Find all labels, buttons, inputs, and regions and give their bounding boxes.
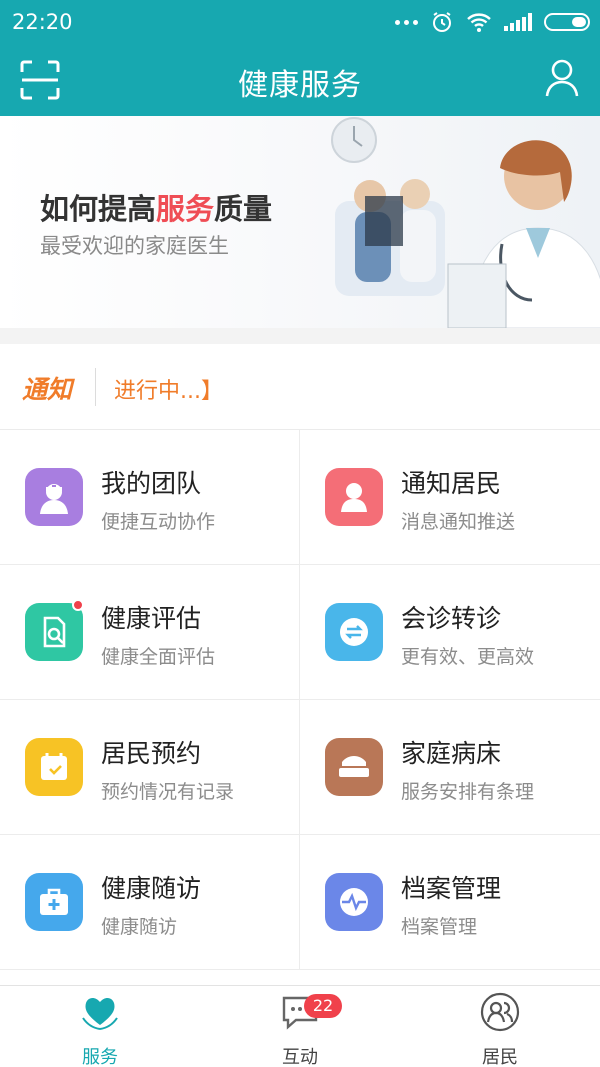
- notice-divider: [95, 368, 96, 406]
- status-icons: [395, 8, 590, 36]
- bed-icon: [325, 738, 383, 796]
- service-title: 家庭病床: [401, 739, 502, 768]
- service-subtitle: 便捷互动协作: [101, 511, 216, 533]
- page-title: 健康服务: [238, 68, 362, 103]
- calendar-icon: [25, 738, 83, 796]
- banner-divider: [0, 328, 600, 344]
- service-health-assessment[interactable]: 健康评估 健康全面评估: [0, 565, 300, 700]
- service-subtitle: 消息通知推送: [401, 511, 516, 533]
- pulse-icon: [325, 873, 383, 931]
- promo-banner[interactable]: 如何提高服务质量 最受欢迎的家庭医生: [0, 116, 600, 328]
- service-subtitle: 健康随访: [101, 916, 178, 938]
- service-health-followup[interactable]: 健康随访 健康随访: [0, 835, 300, 970]
- service-subtitle: 预约情况有记录: [101, 781, 235, 803]
- battery-icon: [544, 13, 590, 31]
- service-title: 档案管理: [401, 874, 502, 903]
- service-notify-residents[interactable]: 通知居民 消息通知推送: [300, 430, 600, 565]
- service-records-management[interactable]: 档案管理 档案管理: [300, 835, 600, 970]
- tab-label: 居民: [482, 1047, 518, 1067]
- medical-kit-icon: [25, 873, 83, 931]
- notice-bar[interactable]: 通知 进行中...】: [0, 344, 600, 430]
- residents-icon: [480, 992, 520, 1032]
- service-title: 健康评估: [101, 604, 202, 633]
- tab-interaction[interactable]: 22 互动: [200, 986, 400, 1067]
- status-bar: 22:20: [0, 0, 600, 44]
- service-title: 健康随访: [101, 874, 202, 903]
- service-family-bed[interactable]: 家庭病床 服务安排有条理: [300, 700, 600, 835]
- service-my-team[interactable]: 我的团队 便捷互动协作: [0, 430, 300, 565]
- service-subtitle: 健康全面评估: [101, 646, 216, 668]
- signal-icon: [504, 13, 532, 31]
- alarm-icon: [433, 12, 451, 32]
- assessment-icon: [25, 603, 83, 661]
- bottom-tab-bar: 服务 22 互动 居民: [0, 985, 600, 1067]
- service-resident-appointment[interactable]: 居民预约 预约情况有记录: [0, 700, 300, 835]
- doctor-illustration: [331, 117, 600, 328]
- more-dots-icon: [395, 19, 418, 25]
- service-subtitle: 服务安排有条理: [401, 781, 535, 803]
- tab-label: 服务: [82, 1047, 118, 1067]
- banner-subtitle: 最受欢迎的家庭医生: [40, 234, 229, 258]
- status-time: 22:20: [12, 10, 73, 34]
- tab-residents[interactable]: 居民: [400, 986, 600, 1067]
- service-title: 会诊转诊: [401, 604, 502, 633]
- heart-hands-icon: [82, 997, 118, 1030]
- team-icon: [25, 468, 83, 526]
- service-subtitle: 更有效、更高效: [401, 646, 535, 668]
- unread-dot: [72, 599, 84, 611]
- notice-text: 进行中...】: [114, 379, 223, 404]
- service-title: 我的团队: [101, 469, 202, 498]
- notice-tag: 通知: [22, 375, 73, 404]
- tab-label: 互动: [282, 1047, 318, 1067]
- wifi-icon: [467, 13, 491, 32]
- service-title: 居民预约: [101, 739, 202, 768]
- app-header: 健康服务: [0, 44, 600, 116]
- tab-service[interactable]: 服务: [0, 986, 200, 1067]
- service-title: 通知居民: [401, 469, 502, 498]
- banner-headline: 如何提高服务质量: [40, 192, 273, 226]
- service-consult-referral[interactable]: 会诊转诊 更有效、更高效: [300, 565, 600, 700]
- service-subtitle: 档案管理: [401, 916, 478, 938]
- unread-badge: 22: [304, 994, 342, 1018]
- person-icon: [325, 468, 383, 526]
- transfer-icon: [325, 603, 383, 661]
- profile-button[interactable]: [544, 58, 580, 98]
- user-icon: [545, 59, 579, 97]
